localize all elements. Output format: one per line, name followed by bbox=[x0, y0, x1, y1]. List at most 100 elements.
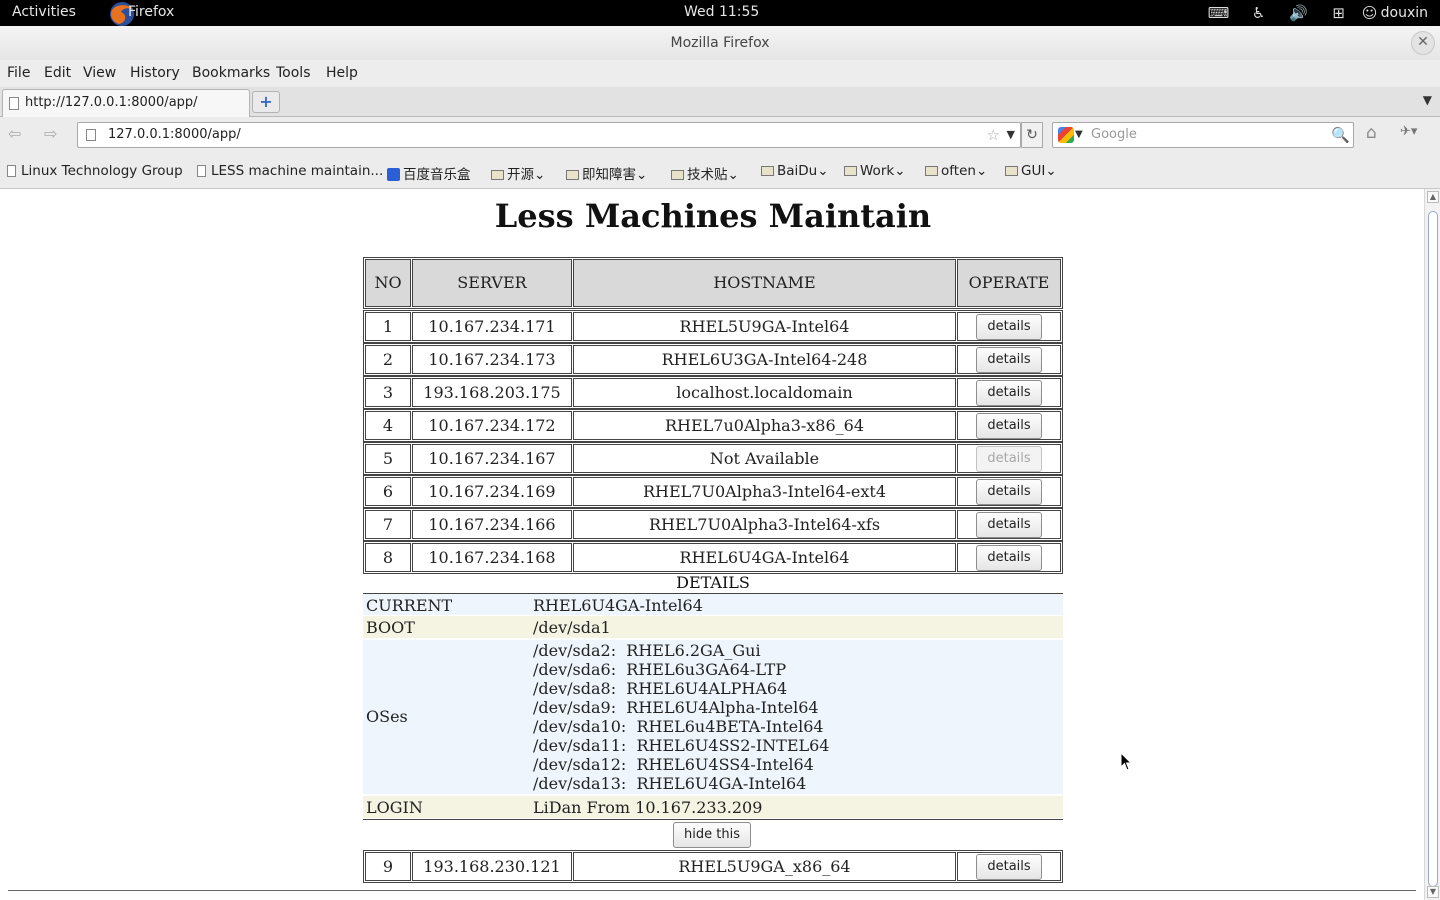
app-menu-firefox[interactable]: Firefox bbox=[128, 4, 174, 20]
details-button[interactable]: details bbox=[976, 512, 1042, 538]
details-button[interactable]: details bbox=[976, 413, 1042, 439]
details-bottom-rule bbox=[363, 819, 1063, 820]
details-login-row: LOGIN LiDan From 10.167.233.209 bbox=[363, 796, 1063, 818]
home-icon[interactable]: ⌂ bbox=[1366, 123, 1377, 143]
bookmark-folder-jizhi[interactable]: 即知障害⌄ bbox=[566, 163, 647, 183]
row-hostname: RHEL5U9GA_x86_64 bbox=[573, 852, 956, 881]
bookmark-less-machine[interactable]: LESS machine maintain... bbox=[197, 163, 383, 179]
current-value: RHEL6U4GA-Intel64 bbox=[533, 596, 703, 615]
bookmark-label: Linux Technology Group bbox=[21, 163, 183, 179]
menu-help[interactable]: Help bbox=[326, 65, 358, 81]
search-bar[interactable]: ▼ Google 🔍 bbox=[1052, 122, 1354, 148]
bookmark-folder-work[interactable]: Work⌄ bbox=[844, 163, 906, 179]
row-no: 5 bbox=[365, 444, 411, 473]
search-placeholder: Google bbox=[1091, 127, 1137, 142]
tab-app[interactable]: http://127.0.0.1:8000/app/ bbox=[2, 89, 250, 117]
bookmark-folder-jishutie[interactable]: 技术贴⌄ bbox=[671, 163, 739, 183]
folder-icon bbox=[671, 170, 684, 180]
os-entry: /dev/sda9: RHEL6U4Alpha-Intel64 bbox=[533, 698, 819, 717]
bookmark-folder-gui[interactable]: GUI⌄ bbox=[1005, 163, 1057, 179]
bookmark-folder-often[interactable]: often⌄ bbox=[925, 163, 987, 179]
details-button[interactable]: details bbox=[976, 380, 1042, 406]
vertical-scrollbar[interactable]: ▲ ▼ bbox=[1424, 189, 1440, 900]
engine-chevron-down-icon[interactable]: ▼ bbox=[1075, 123, 1083, 147]
search-magnifier-icon[interactable]: 🔍 bbox=[1331, 123, 1350, 147]
scroll-down-arrow-icon[interactable]: ▼ bbox=[1427, 886, 1439, 898]
row-server: 193.168.203.175 bbox=[412, 378, 572, 407]
menu-edit[interactable]: Edit bbox=[44, 65, 71, 81]
url-history-chevron-down-icon[interactable]: ▼ bbox=[1007, 123, 1015, 147]
menu-bookmarks[interactable]: Bookmarks bbox=[192, 65, 270, 81]
os-entry: /dev/sda13: RHEL6U4GA-Intel64 bbox=[533, 774, 807, 793]
oses-list: /dev/sda2: RHEL6.2GA_Gui/dev/sda6: RHEL6… bbox=[533, 641, 829, 793]
tab-list-chevron-down-icon[interactable]: ▼ bbox=[1423, 93, 1432, 107]
forward-arrow-icon[interactable]: ⇨ bbox=[44, 124, 57, 143]
accessibility-icon[interactable]: ♿ bbox=[1239, 4, 1279, 22]
hide-this-button[interactable]: hide this bbox=[673, 822, 751, 848]
bookmark-folder-baidu[interactable]: BaiDu⌄ bbox=[761, 163, 829, 179]
os-entry: /dev/sda10: RHEL6u4BETA-Intel64 bbox=[533, 717, 824, 736]
window-title: Mozilla Firefox bbox=[670, 35, 770, 51]
bookmark-linux-technology-group[interactable]: Linux Technology Group bbox=[7, 163, 183, 179]
url-text: 127.0.0.1:8000/app/ bbox=[108, 127, 241, 142]
tab-label: http://127.0.0.1:8000/app/ bbox=[25, 95, 198, 110]
menu-file[interactable]: File bbox=[7, 65, 30, 81]
details-button: details bbox=[976, 446, 1042, 472]
bookmark-label: often bbox=[941, 163, 976, 179]
volume-icon[interactable]: 🔊 bbox=[1279, 4, 1319, 22]
bookmark-star-icon[interactable]: ☆ bbox=[987, 123, 1000, 147]
header-no: NO bbox=[365, 259, 411, 307]
user-menu[interactable]: douxin bbox=[1381, 5, 1430, 21]
window-titlebar: Mozilla Firefox ✕ bbox=[0, 26, 1440, 60]
folder-icon bbox=[761, 166, 774, 176]
page-icon bbox=[7, 165, 16, 177]
row-server: 10.167.234.168 bbox=[412, 543, 572, 572]
new-tab-button[interactable]: + bbox=[252, 91, 280, 113]
addon-menu-icon[interactable]: ✈▾ bbox=[1400, 124, 1417, 139]
chevron-down-icon: ⌄ bbox=[817, 163, 829, 179]
network-icon[interactable]: ⊞ bbox=[1319, 4, 1359, 22]
row-hostname: RHEL6U3GA-Intel64-248 bbox=[573, 345, 956, 374]
scroll-thumb[interactable] bbox=[1428, 211, 1438, 887]
baidu-icon bbox=[387, 168, 400, 181]
row-no: 2 bbox=[365, 345, 411, 374]
header-operate: OPERATE bbox=[957, 259, 1061, 307]
row-hostname: localhost.localdomain bbox=[573, 378, 956, 407]
row-server: 10.167.234.173 bbox=[412, 345, 572, 374]
url-bar[interactable]: 127.0.0.1:8000/app/ ☆ ▼ bbox=[77, 122, 1021, 148]
details-button[interactable]: details bbox=[976, 347, 1042, 373]
os-entry: /dev/sda2: RHEL6.2GA_Gui bbox=[533, 641, 761, 660]
details-button[interactable]: details bbox=[976, 479, 1042, 505]
bookmark-folder-kaiyuan[interactable]: 开源⌄ bbox=[491, 163, 545, 183]
clock[interactable]: Wed 11:55 bbox=[684, 4, 759, 20]
gnome-top-bar: Activities Firefox Wed 11:55 ⌨ ♿ 🔊 ⊞ ☺ d… bbox=[0, 0, 1440, 26]
reload-icon[interactable]: ↻ bbox=[1021, 122, 1043, 148]
row-hostname: RHEL7u0Alpha3-x86_64 bbox=[573, 411, 956, 440]
tab-bar: http://127.0.0.1:8000/app/ + ▼ bbox=[0, 87, 1440, 117]
details-button[interactable]: details bbox=[976, 854, 1042, 880]
row-no: 1 bbox=[365, 312, 411, 341]
oses-label: OSes bbox=[366, 707, 408, 726]
close-window-icon[interactable]: ✕ bbox=[1411, 31, 1435, 55]
keyboard-icon[interactable]: ⌨ bbox=[1199, 4, 1239, 22]
row-server: 10.167.234.169 bbox=[412, 477, 572, 506]
menu-history[interactable]: History bbox=[130, 65, 180, 81]
google-engine-icon[interactable] bbox=[1058, 127, 1074, 143]
bookmark-baidu-music[interactable]: 百度音乐盒 bbox=[387, 163, 471, 183]
activities-button[interactable]: Activities bbox=[12, 4, 76, 20]
row-hostname: RHEL5U9GA-Intel64 bbox=[573, 312, 956, 341]
page-bottom-rule bbox=[8, 890, 1416, 891]
back-arrow-icon[interactable]: ⇦ bbox=[8, 124, 21, 143]
row-hostname: RHEL6U4GA-Intel64 bbox=[573, 543, 956, 572]
row-hostname: RHEL7U0Alpha3-Intel64-ext4 bbox=[573, 477, 956, 506]
menu-tools[interactable]: Tools bbox=[276, 65, 311, 81]
scroll-up-arrow-icon[interactable]: ▲ bbox=[1427, 191, 1439, 203]
os-entry: /dev/sda12: RHEL6U4SS4-Intel64 bbox=[533, 755, 814, 774]
bookmark-label: BaiDu bbox=[777, 163, 818, 179]
details-boot-row: BOOT /dev/sda1 bbox=[363, 616, 1063, 638]
details-button[interactable]: details bbox=[976, 314, 1042, 340]
os-entry: /dev/sda8: RHEL6U4ALPHA64 bbox=[533, 679, 788, 698]
row-no: 7 bbox=[365, 510, 411, 539]
details-button[interactable]: details bbox=[976, 545, 1042, 571]
menu-view[interactable]: View bbox=[83, 65, 116, 81]
